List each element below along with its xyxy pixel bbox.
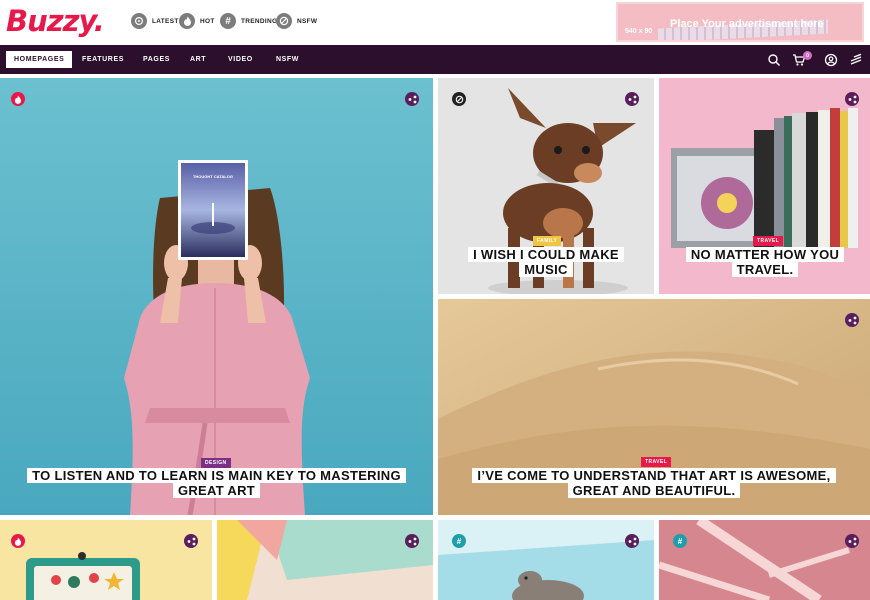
post-title[interactable]: TO LISTEN AND TO LEARN IS MAIN KEY TO MA… — [10, 468, 423, 498]
ad-size: 540 x 90 — [625, 28, 653, 35]
quick-link-label: HOT — [200, 17, 215, 25]
hero-image — [0, 78, 433, 515]
post-title[interactable]: NO MATTER HOW YOU TRAVEL. — [665, 247, 865, 277]
title-line: NO MATTER HOW YOU — [685, 247, 845, 262]
quick-link-nsfw[interactable]: NSFW — [276, 12, 317, 30]
post-card-stripes[interactable]: # — [659, 520, 870, 600]
hashtag-icon: # — [220, 13, 236, 29]
main-navigation: HOMEPAGES FEATURES PAGES ART VIDEO NSFW — [0, 45, 870, 74]
post-card-illustration[interactable] — [0, 520, 212, 600]
post-card-seal[interactable]: # — [438, 520, 654, 600]
dog-post-card[interactable]: FAMILY I WISH I COULD MAKE MUSIC — [438, 78, 654, 294]
share-icon[interactable] — [625, 92, 639, 106]
seal-image — [438, 520, 654, 600]
nav-art[interactable]: ART — [190, 45, 206, 74]
hashtag-icon: # — [673, 534, 687, 548]
quick-link-latest[interactable]: LATEST — [131, 12, 179, 30]
title-line: I WISH I COULD MAKE — [468, 247, 624, 262]
category-tag[interactable]: DESIGN — [201, 458, 231, 468]
share-icon[interactable] — [184, 534, 198, 548]
nav-video[interactable]: VIDEO — [228, 45, 253, 74]
post-card-pastel[interactable] — [217, 520, 433, 600]
pastel-image — [217, 520, 433, 600]
nav-homepages[interactable]: HOMEPAGES — [6, 51, 73, 68]
advertisement-banner[interactable]: Place Your advertisment here 540 x 90 — [616, 2, 864, 42]
post-title[interactable]: I’VE COME TO UNDERSTAND THAT ART IS AWES… — [446, 468, 862, 498]
nsfw-icon — [276, 13, 292, 29]
ad-text: Place Your advertisment here — [670, 18, 824, 30]
post-title[interactable]: I WISH I COULD MAKE MUSIC — [446, 247, 646, 277]
title-line: I’VE COME TO UNDERSTAND THAT ART IS AWES… — [472, 468, 836, 483]
flame-icon — [179, 13, 195, 29]
flame-icon — [11, 534, 25, 548]
category-tag[interactable]: FAMILY — [533, 236, 562, 246]
quick-link-label: LATEST — [152, 17, 179, 25]
title-line: GREAT ART — [172, 483, 261, 498]
share-icon[interactable] — [405, 92, 419, 106]
quick-link-label: NSFW — [297, 17, 318, 25]
category-tag[interactable]: TRAVEL — [753, 236, 784, 246]
nav-pages[interactable]: PAGES — [143, 45, 170, 74]
hashtag-icon: # — [452, 534, 466, 548]
book-title: THOUGHT CATALOG — [192, 174, 234, 179]
hero-post-card[interactable]: THOUGHT CATALOG DESIGN TO LISTEN AND TO … — [0, 78, 433, 515]
latest-icon — [131, 13, 147, 29]
nav-nsfw[interactable]: NSFW — [276, 45, 299, 74]
desert-post-card[interactable]: TRAVEL I’VE COME TO UNDERSTAND THAT ART … — [438, 299, 870, 515]
share-icon[interactable] — [625, 534, 639, 548]
flame-icon — [11, 92, 25, 106]
site-logo[interactable]: Buzzy. — [6, 4, 105, 38]
title-line: TRAVEL. — [731, 262, 799, 277]
nsfw-icon — [452, 92, 466, 106]
title-line: GREAT AND BEAUTIFUL. — [567, 483, 741, 498]
books-post-card[interactable]: TRAVEL NO MATTER HOW YOU TRAVEL. — [659, 78, 870, 294]
menu-icon[interactable] — [849, 53, 863, 67]
user-icon[interactable] — [824, 53, 838, 67]
illustration-image — [0, 520, 212, 600]
cart-count-badge: 0 — [803, 51, 812, 60]
title-line: MUSIC — [519, 262, 573, 277]
top-bar: Buzzy. LATEST HOT # TRENDING NSFW Place … — [0, 0, 870, 45]
share-icon[interactable] — [845, 534, 859, 548]
quick-link-trending[interactable]: # TRENDING — [220, 12, 277, 30]
share-icon[interactable] — [845, 313, 859, 327]
title-line: TO LISTEN AND TO LEARN IS MAIN KEY TO MA… — [27, 468, 406, 483]
search-icon[interactable] — [767, 53, 781, 67]
category-tag[interactable]: TRAVEL — [641, 457, 672, 467]
quick-link-label: TRENDING — [241, 17, 278, 25]
share-icon[interactable] — [405, 534, 419, 548]
nav-features[interactable]: FEATURES — [82, 45, 124, 74]
quick-link-hot[interactable]: HOT — [179, 12, 215, 30]
stripes-image — [659, 520, 870, 600]
share-icon[interactable] — [845, 92, 859, 106]
